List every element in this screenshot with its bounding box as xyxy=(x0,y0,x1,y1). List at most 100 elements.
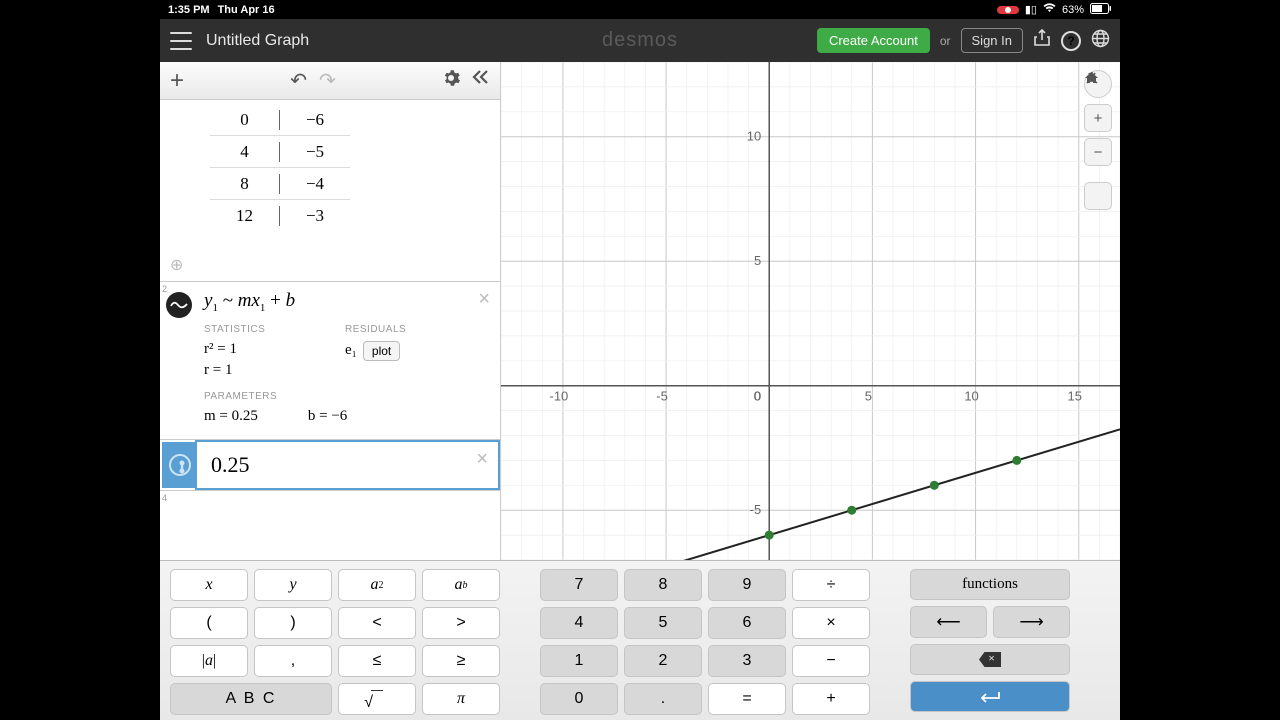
table-cell[interactable]: 0 xyxy=(210,110,280,130)
key-8[interactable]: 8 xyxy=(624,569,702,601)
status-date: Thu Apr 16 xyxy=(218,4,275,16)
desmos-logo: desmos xyxy=(602,29,678,52)
expression-panel: + ↶ ↷ 0−6 xyxy=(160,62,501,560)
svg-text:5: 5 xyxy=(754,253,761,268)
functions-key[interactable]: functions xyxy=(910,569,1070,600)
zoom-out-button[interactable]: − xyxy=(1084,138,1112,166)
key-≤[interactable]: ≤ xyxy=(338,645,416,677)
regression-formula[interactable]: y1 ~ mx1 + b xyxy=(204,290,486,314)
regression-icon[interactable] xyxy=(166,292,192,318)
app-header: Untitled Graph desmos Create Account or … xyxy=(160,19,1120,62)
key-1[interactable]: 1 xyxy=(540,645,618,677)
key-aᵇ[interactable]: ab xyxy=(422,569,500,601)
or-label: or xyxy=(940,34,951,48)
key-−[interactable]: − xyxy=(792,645,870,677)
backspace-icon xyxy=(979,652,1001,667)
sqrt-key[interactable]: √ xyxy=(338,683,416,715)
key-÷[interactable]: ÷ xyxy=(792,569,870,601)
table-cell[interactable]: −3 xyxy=(280,206,350,226)
math-keyboard: xya2ab ()<> |a|,≤≥ A B C√ π 789÷ 456× 123− 0.=… xyxy=(160,560,1120,720)
share-icon[interactable] xyxy=(1033,29,1051,52)
key-9[interactable]: 9 xyxy=(708,569,786,601)
arrow-right-key[interactable]: ⟶ xyxy=(993,606,1070,638)
param-b: b = −6 xyxy=(308,408,347,425)
key-([interactable]: ( xyxy=(170,607,248,639)
collapse-panel-icon[interactable] xyxy=(472,69,490,92)
row-number: 2 xyxy=(162,284,167,294)
pi-key[interactable]: π xyxy=(422,683,500,715)
key-7[interactable]: 7 xyxy=(540,569,618,601)
key-)[interactable]: ) xyxy=(254,607,332,639)
abc-key[interactable]: A B C xyxy=(170,683,332,715)
svg-text:10: 10 xyxy=(747,129,761,144)
status-time: 1:35 PM xyxy=(168,4,210,16)
key-.[interactable]: . xyxy=(624,683,702,715)
key-+[interactable]: + xyxy=(792,683,870,715)
param-m: m = 0.25 xyxy=(204,408,258,425)
create-account-button[interactable]: Create Account xyxy=(817,28,930,53)
expression-input[interactable]: 0.25 xyxy=(197,442,498,488)
undo-icon[interactable]: ↶ xyxy=(290,68,307,93)
key-y[interactable]: y xyxy=(254,569,332,601)
svg-text:-10: -10 xyxy=(550,389,569,404)
graph-title[interactable]: Untitled Graph xyxy=(206,32,309,50)
delete-expression-icon[interactable]: × xyxy=(478,288,490,311)
key-6[interactable]: 6 xyxy=(708,607,786,639)
svg-text:10: 10 xyxy=(964,389,978,404)
arrow-left-key[interactable]: ⟵ xyxy=(910,606,987,638)
key-4[interactable]: 4 xyxy=(540,607,618,639)
delete-expression-icon[interactable]: × xyxy=(476,448,488,471)
key-=[interactable]: = xyxy=(708,683,786,715)
wifi-icon xyxy=(1043,3,1056,16)
key->[interactable]: > xyxy=(422,607,500,639)
key-×[interactable]: × xyxy=(792,607,870,639)
table-cell[interactable]: 8 xyxy=(210,174,280,194)
regression-expression[interactable]: 2 × y1 ~ mx1 + b STATISTICS r² = 1 r = 1 xyxy=(160,281,500,439)
plot-residuals-button[interactable]: plot xyxy=(363,341,400,361)
svg-text:0: 0 xyxy=(754,389,761,404)
parameters-heading: PARAMETERS xyxy=(204,391,486,402)
key-x[interactable]: x xyxy=(170,569,248,601)
statistics-heading: STATISTICS xyxy=(204,324,345,335)
redo-icon[interactable]: ↷ xyxy=(319,68,336,93)
key-a²[interactable]: a2 xyxy=(338,569,416,601)
slider-icon xyxy=(169,454,191,476)
home-zoom-button[interactable] xyxy=(1084,182,1112,210)
r-squared-value: r² = 1 xyxy=(204,341,345,358)
svg-text:5: 5 xyxy=(865,389,872,404)
key-5[interactable]: 5 xyxy=(624,607,702,639)
add-expression-button[interactable]: + xyxy=(170,67,184,95)
table-cell[interactable]: 12 xyxy=(210,206,280,226)
residuals-heading: RESIDUALS xyxy=(345,324,486,335)
menu-icon[interactable] xyxy=(170,32,192,50)
zoom-fit-icon[interactable]: ⊕ xyxy=(160,249,500,281)
svg-text:-5: -5 xyxy=(750,502,762,517)
expression-visibility-toggle[interactable] xyxy=(162,442,197,488)
key-,[interactable]: , xyxy=(254,645,332,677)
settings-icon[interactable] xyxy=(442,69,460,92)
table-cell[interactable]: −6 xyxy=(280,110,350,130)
key-<[interactable]: < xyxy=(338,607,416,639)
table-cell[interactable]: 4 xyxy=(210,142,280,162)
data-table[interactable]: 0−6 4−5 8−4 12−3 xyxy=(160,100,500,249)
table-cell[interactable]: −5 xyxy=(280,142,350,162)
key-0[interactable]: 0 xyxy=(540,683,618,715)
backspace-key[interactable] xyxy=(910,644,1070,675)
svg-text:-5: -5 xyxy=(656,389,668,404)
svg-text:15: 15 xyxy=(1067,389,1081,404)
help-icon[interactable]: ? xyxy=(1061,31,1081,51)
language-icon[interactable] xyxy=(1091,29,1110,53)
key-≥[interactable]: ≥ xyxy=(422,645,500,677)
zoom-in-button[interactable]: + xyxy=(1084,104,1112,132)
table-cell[interactable]: −4 xyxy=(280,174,350,194)
key-|a|[interactable]: |a| xyxy=(170,645,248,677)
key-2[interactable]: 2 xyxy=(624,645,702,677)
signal-icon: ▮▯ xyxy=(1025,3,1037,16)
active-expression-row[interactable]: × 0.25 xyxy=(195,440,500,490)
graph-canvas[interactable]: -10-5051015-55100 + − xyxy=(501,62,1120,560)
residuals-label: e₁ xyxy=(345,342,357,359)
sign-in-button[interactable]: Sign In xyxy=(961,28,1023,53)
enter-key[interactable] xyxy=(910,681,1070,712)
key-3[interactable]: 3 xyxy=(708,645,786,677)
screen-record-indicator xyxy=(997,6,1019,14)
